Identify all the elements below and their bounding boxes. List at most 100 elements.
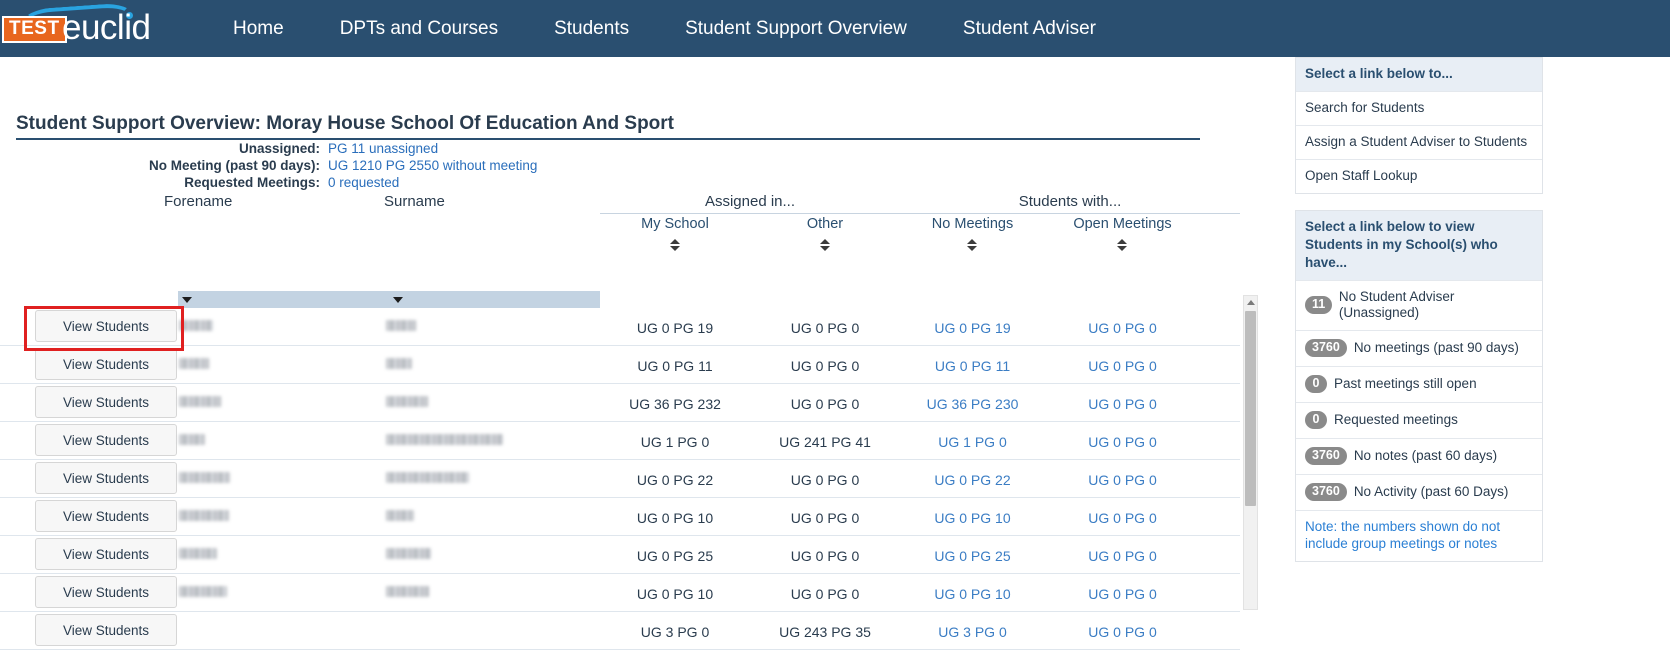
summary-block: Unassigned: PG 11 unassigned No Meeting … — [0, 141, 1200, 192]
cell-open-meetings[interactable]: UG 0 PG 0 — [1045, 510, 1200, 526]
sort-descending-icon — [1117, 246, 1127, 251]
sidebar-item-requested-meetings[interactable]: 0 Requested meetings — [1296, 402, 1542, 438]
cell-no-meetings[interactable]: UG 36 PG 230 — [895, 396, 1050, 412]
view-students-button[interactable]: View Students — [35, 386, 177, 418]
sidebar-item-label: No Activity (past 60 Days) — [1353, 484, 1509, 499]
summary-row-requested-meetings: Requested Meetings: 0 requested — [0, 175, 1200, 192]
column-header-no-meetings[interactable]: No Meetings — [895, 216, 1050, 232]
nav-link-student-adviser[interactable]: Student Adviser — [963, 18, 1096, 40]
cell-no-meetings[interactable]: UG 0 PG 25 — [895, 548, 1050, 564]
filter-dropdown-forename-icon[interactable] — [182, 297, 192, 303]
cell-open-meetings[interactable]: UG 0 PG 0 — [1045, 586, 1200, 602]
view-students-button[interactable]: View Students — [35, 576, 177, 608]
cell-open-meetings[interactable]: UG 0 PG 0 — [1045, 548, 1200, 564]
forename-redacted — [179, 358, 209, 369]
cell-no-meetings[interactable]: UG 1 PG 0 — [895, 434, 1050, 450]
view-students-button[interactable]: View Students — [35, 500, 177, 532]
view-students-button[interactable]: View Students — [35, 614, 177, 646]
sort-toggle-other[interactable] — [817, 239, 833, 251]
sidebar-item-search-for-students[interactable]: Search for Students — [1296, 91, 1542, 125]
view-students-button[interactable]: View Students — [35, 538, 177, 570]
cell-open-meetings[interactable]: UG 0 PG 0 — [1045, 358, 1200, 374]
cell-open-meetings[interactable]: UG 0 PG 0 — [1045, 396, 1200, 412]
links-panel-heading: Select a link below to... — [1296, 58, 1542, 91]
sort-descending-icon — [820, 246, 830, 251]
cell-open-meetings[interactable]: UG 0 PG 0 — [1045, 624, 1200, 640]
table-scrollbar[interactable] — [1243, 295, 1258, 610]
cell-open-meetings[interactable]: UG 0 PG 0 — [1045, 472, 1200, 488]
top-navigation-bar: TEST euclid Home DPTs and Courses Studen… — [0, 0, 1670, 57]
summary-row-no-meeting: No Meeting (past 90 days): UG 1210 PG 25… — [0, 158, 1200, 175]
table-row[interactable]: View Students UG 0 PG 11 UG 0 PG 0 UG 0 … — [0, 346, 1240, 384]
sidebar-item-no-meetings[interactable]: 3760 No meetings (past 90 days) — [1296, 330, 1542, 366]
nav-link-dpts-and-courses[interactable]: DPTs and Courses — [340, 18, 498, 40]
sidebar-item-label: Open Staff Lookup — [1305, 168, 1418, 183]
surname-redacted — [386, 548, 431, 559]
sidebar-item-no-activity[interactable]: 3760 No Activity (past 60 Days) — [1296, 474, 1542, 510]
cell-open-meetings[interactable]: UG 0 PG 0 — [1045, 434, 1200, 450]
nav-link-home[interactable]: Home — [233, 18, 284, 40]
view-students-cell: View Students — [35, 310, 177, 342]
cell-no-meetings[interactable]: UG 0 PG 10 — [895, 586, 1050, 602]
table-row[interactable]: View Students UG 0 PG 25 UG 0 PG 0 UG 0 … — [0, 536, 1240, 574]
nav-link-student-support-overview[interactable]: Student Support Overview — [685, 18, 907, 40]
logo-wordmark: euclid — [62, 8, 151, 47]
summary-link-no-meeting[interactable]: UG 1210 PG 2550 without meeting — [328, 158, 537, 173]
sidebar-item-assign-student-adviser[interactable]: Assign a Student Adviser to Students — [1296, 125, 1542, 159]
summary-label-unassigned: Unassigned: — [238, 141, 320, 156]
surname-redacted — [386, 434, 503, 445]
table-row[interactable]: View Students UG 0 PG 22 UG 0 PG 0 UG 0 … — [0, 460, 1240, 498]
nav-link-students[interactable]: Students — [554, 18, 629, 40]
surname-redacted — [386, 320, 416, 331]
cell-no-meetings[interactable]: UG 0 PG 22 — [895, 472, 1050, 488]
sort-ascending-icon — [967, 239, 977, 244]
cell-other: UG 0 PG 0 — [790, 472, 860, 488]
column-header-my-school[interactable]: My School — [600, 216, 750, 232]
sort-toggle-no-meetings[interactable] — [964, 239, 980, 251]
summary-link-unassigned[interactable]: PG 11 unassigned — [328, 141, 438, 156]
cell-my-school: UG 0 PG 25 — [636, 548, 714, 564]
column-header-forename[interactable]: Forename — [164, 193, 232, 210]
column-header-open-meetings[interactable]: Open Meetings — [1045, 216, 1200, 232]
view-students-button[interactable]: View Students — [35, 348, 177, 380]
view-students-button[interactable]: View Students — [35, 310, 177, 342]
table-row[interactable]: View Students UG 0 PG 19 UG 0 PG 0 UG 0 … — [0, 308, 1240, 346]
scrollbar-thumb[interactable] — [1245, 311, 1256, 506]
cell-no-meetings[interactable]: UG 3 PG 0 — [895, 624, 1050, 640]
euclid-logo[interactable]: TEST euclid — [0, 0, 151, 57]
view-students-button[interactable]: View Students — [35, 462, 177, 494]
sort-toggle-my-school[interactable] — [667, 239, 683, 251]
cell-no-meetings[interactable]: UG 0 PG 10 — [895, 510, 1050, 526]
summary-link-requested-meetings[interactable]: 0 requested — [328, 175, 399, 190]
page-body: Student Support Overview: Moray House Sc… — [0, 57, 1670, 650]
forename-redacted — [179, 396, 221, 407]
sidebar-item-no-notes[interactable]: 3760 No notes (past 60 days) — [1296, 438, 1542, 474]
forename-redacted — [179, 586, 227, 597]
sidebar-item-no-student-adviser[interactable]: 11 No Student Adviser (Unassigned) — [1296, 280, 1542, 330]
table-row[interactable]: View Students UG 3 PG 0 UG 243 PG 35 UG … — [0, 612, 1240, 650]
sort-toggle-open-meetings[interactable] — [1114, 239, 1130, 251]
cell-open-meetings[interactable]: UG 0 PG 0 — [1045, 320, 1200, 336]
status-badge: 0 — [1305, 411, 1327, 429]
table-row[interactable]: View Students UG 0 PG 10 UG 0 PG 0 UG 0 … — [0, 574, 1240, 612]
sidebar-note[interactable]: Note: the numbers shown do not include g… — [1296, 510, 1542, 561]
table-row[interactable]: View Students UG 36 PG 232 UG 0 PG 0 UG … — [0, 384, 1240, 422]
column-header-other[interactable]: Other — [750, 216, 900, 232]
view-students-button[interactable]: View Students — [35, 424, 177, 456]
surname-redacted — [386, 586, 429, 597]
scrollbar-up-button[interactable] — [1244, 296, 1257, 310]
table-row[interactable]: View Students UG 0 PG 10 UG 0 PG 0 UG 0 … — [0, 498, 1240, 536]
sidebar-item-past-meetings-still-open[interactable]: 0 Past meetings still open — [1296, 366, 1542, 402]
cell-my-school: UG 0 PG 10 — [636, 510, 714, 526]
sidebar-item-label: No Student Adviser (Unassigned) — [1338, 289, 1455, 320]
cell-no-meetings[interactable]: UG 0 PG 19 — [895, 320, 1050, 336]
cell-other: UG 0 PG 0 — [790, 548, 860, 564]
cell-other: UG 0 PG 0 — [790, 510, 860, 526]
cell-no-meetings[interactable]: UG 0 PG 11 — [895, 358, 1050, 374]
table-row[interactable]: View Students UG 1 PG 0 UG 241 PG 41 UG … — [0, 422, 1240, 460]
sidebar-item-label: No meetings (past 90 days) — [1353, 340, 1519, 355]
filter-dropdown-surname-icon[interactable] — [393, 297, 403, 303]
cell-other: UG 0 PG 0 — [790, 358, 860, 374]
sidebar-item-open-staff-lookup[interactable]: Open Staff Lookup — [1296, 159, 1542, 193]
column-header-surname[interactable]: Surname — [384, 193, 445, 210]
